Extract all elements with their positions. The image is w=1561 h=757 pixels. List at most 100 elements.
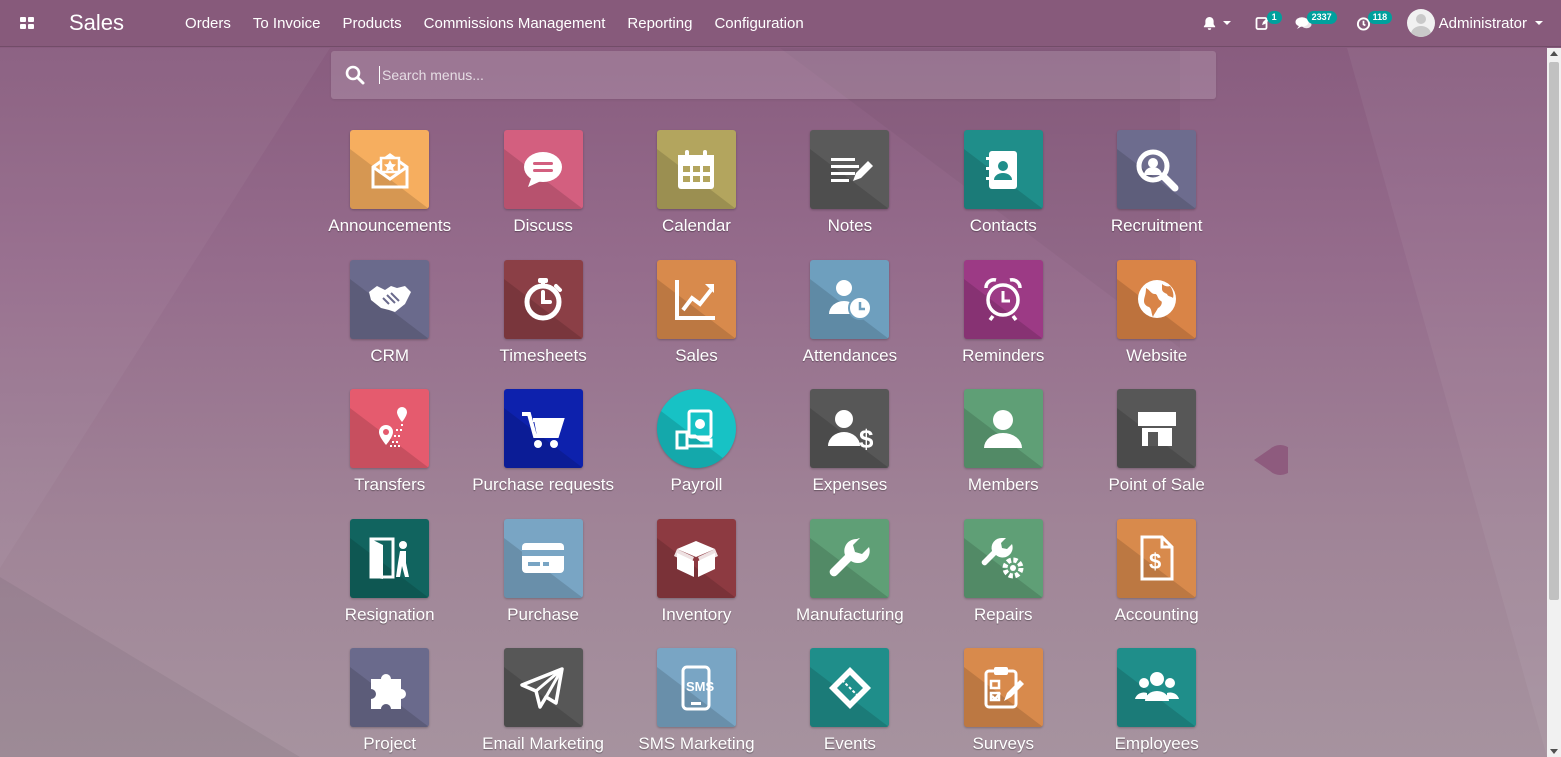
timer-badge: 118 <box>1367 10 1393 24</box>
menu-item-configuration[interactable]: Configuration <box>703 15 814 32</box>
menu-item-reporting[interactable]: Reporting <box>616 15 703 32</box>
timer-dropdown[interactable]: 118 <box>1344 0 1397 47</box>
globe-icon[interactable] <box>1117 259 1197 339</box>
app-tile-timesheets[interactable]: Timesheets <box>466 259 619 390</box>
box-icon[interactable] <box>656 518 736 598</box>
apps-grid: Announcements Discuss Calendar Notes Contact… <box>313 130 1233 757</box>
app-tile-recruitment[interactable]: Recruitment <box>1080 130 1233 260</box>
app-tile-discuss[interactable]: Discuss <box>466 130 619 260</box>
app-label: Purchase <box>507 604 579 624</box>
app-tile-inventory[interactable]: Inventory <box>620 518 773 649</box>
app-tile-purchase[interactable]: Purchase <box>466 518 619 649</box>
search-input[interactable] <box>379 66 1216 84</box>
user-dollar-icon[interactable]: $ <box>810 389 890 468</box>
activities-dropdown[interactable]: 1 <box>1243 0 1283 47</box>
messages-dropdown[interactable]: 2337 <box>1283 0 1344 47</box>
envelope-star-icon[interactable] <box>350 130 430 209</box>
app-tile-expenses[interactable]: $ Expenses <box>773 389 926 519</box>
handshake-icon[interactable] <box>350 259 430 339</box>
scroll-thumb[interactable] <box>1549 62 1559 600</box>
app-tile-manufacturing[interactable]: Manufacturing <box>773 518 926 649</box>
app-tile-payroll[interactable]: Payroll <box>620 389 773 519</box>
app-tile-employees[interactable]: Employees <box>1080 648 1233 757</box>
shop-icon[interactable] <box>1117 389 1197 468</box>
alarm-clock-icon[interactable] <box>963 259 1043 339</box>
invoice-dollar-icon[interactable]: $ <box>1117 518 1197 598</box>
shopping-cart-icon[interactable] <box>503 389 583 468</box>
svg-text:$: $ <box>1149 549 1161 574</box>
app-tile-purchase-requests[interactable]: Purchase requests <box>466 389 619 519</box>
app-label: Repairs <box>973 604 1033 624</box>
scroll-down-arrow-icon[interactable] <box>1550 749 1558 754</box>
credit-card-icon[interactable] <box>503 518 583 598</box>
app-tile-project[interactable]: Project <box>313 648 466 757</box>
app-tile-announcements[interactable]: Announcements <box>313 130 466 260</box>
wrench-gear-icon[interactable] <box>963 518 1043 598</box>
activities-badge: 1 <box>1266 10 1282 24</box>
app-tile-sales[interactable]: Sales <box>620 259 773 390</box>
app-tile-notes[interactable]: Notes <box>773 130 926 260</box>
app-tile-reminders[interactable]: Reminders <box>927 259 1080 390</box>
sms-phone-icon[interactable]: SMS <box>656 648 736 727</box>
app-label: Sales <box>675 345 718 365</box>
wrench-icon[interactable] <box>810 518 890 598</box>
app-tile-website[interactable]: Website <box>1080 259 1233 390</box>
menu-item-orders[interactable]: Orders <box>174 15 242 32</box>
notifications-dropdown[interactable] <box>1190 0 1243 47</box>
user-clock-icon[interactable] <box>810 259 890 339</box>
users-group-icon[interactable] <box>1117 648 1197 727</box>
app-tile-crm[interactable]: CRM <box>313 259 466 390</box>
app-label: Expenses <box>812 475 888 494</box>
systray: 1 2337 118 Administrator <box>1190 0 1561 47</box>
app-tile-resignation[interactable]: Resignation <box>313 518 466 649</box>
puzzle-icon[interactable] <box>350 648 430 727</box>
app-tile-sms-marketing[interactable]: SMS SMS Marketing <box>620 648 773 757</box>
app-label: Events <box>823 734 876 753</box>
background-facet <box>0 577 300 757</box>
app-tile-transfers[interactable]: Transfers <box>313 389 466 519</box>
bell-icon <box>1203 16 1215 30</box>
calendar-icon[interactable] <box>656 130 736 209</box>
app-tile-point-of-sale[interactable]: Point of Sale <box>1080 389 1233 519</box>
app-label: Contacts <box>969 216 1037 235</box>
app-tile-contacts[interactable]: Contacts <box>927 130 1080 260</box>
app-title[interactable]: Sales <box>69 10 124 36</box>
home-menu-toggle[interactable] <box>0 0 54 47</box>
app-tile-accounting[interactable]: $ Accounting <box>1080 518 1233 649</box>
app-tile-calendar[interactable]: Calendar <box>620 130 773 260</box>
ticket-icon[interactable] <box>810 648 890 727</box>
exit-door-icon[interactable] <box>350 518 430 598</box>
scroll-up-arrow-icon[interactable] <box>1550 51 1558 56</box>
magnifier-user-icon[interactable] <box>1117 130 1197 209</box>
chat-bubble-icon[interactable] <box>503 130 583 209</box>
menu-item-commissions-management[interactable]: Commissions Management <box>413 15 617 32</box>
money-hand-icon[interactable] <box>656 389 736 468</box>
app-label: Calendar <box>661 216 731 235</box>
notes-pencil-icon[interactable] <box>810 130 890 209</box>
stopwatch-icon[interactable] <box>503 259 583 339</box>
paper-plane-icon[interactable] <box>503 648 583 727</box>
app-label: CRM <box>370 345 410 365</box>
app-tile-events[interactable]: Events <box>773 648 926 757</box>
menu-item-products[interactable]: Products <box>331 15 412 32</box>
app-tile-attendances[interactable]: Attendances <box>773 259 926 390</box>
app-label: Payroll <box>670 475 723 494</box>
menu-search-bar <box>331 51 1216 99</box>
user-menu[interactable]: Administrator <box>1397 0 1561 47</box>
route-pin-icon[interactable] <box>350 389 430 468</box>
address-book-icon[interactable] <box>963 130 1043 209</box>
app-label: Notes <box>827 216 873 235</box>
trend-chart-icon[interactable] <box>656 259 736 339</box>
page-scrollbar[interactable] <box>1547 48 1561 757</box>
app-tile-repairs[interactable]: Repairs <box>927 518 1080 649</box>
app-tile-email-marketing[interactable]: Email Marketing <box>466 648 619 757</box>
app-label: Project <box>363 734 417 753</box>
app-tile-members[interactable]: Members <box>927 389 1080 519</box>
app-label: Manufacturing <box>796 604 904 624</box>
app-tile-surveys[interactable]: Surveys <box>927 648 1080 757</box>
chat-handle-icon[interactable] <box>1254 444 1296 476</box>
menu-item-to-invoice[interactable]: To Invoice <box>242 15 332 32</box>
user-icon[interactable] <box>963 389 1043 468</box>
main-menu: Orders To Invoice Products Commissions M… <box>174 15 815 32</box>
clipboard-check-icon[interactable] <box>963 648 1043 727</box>
